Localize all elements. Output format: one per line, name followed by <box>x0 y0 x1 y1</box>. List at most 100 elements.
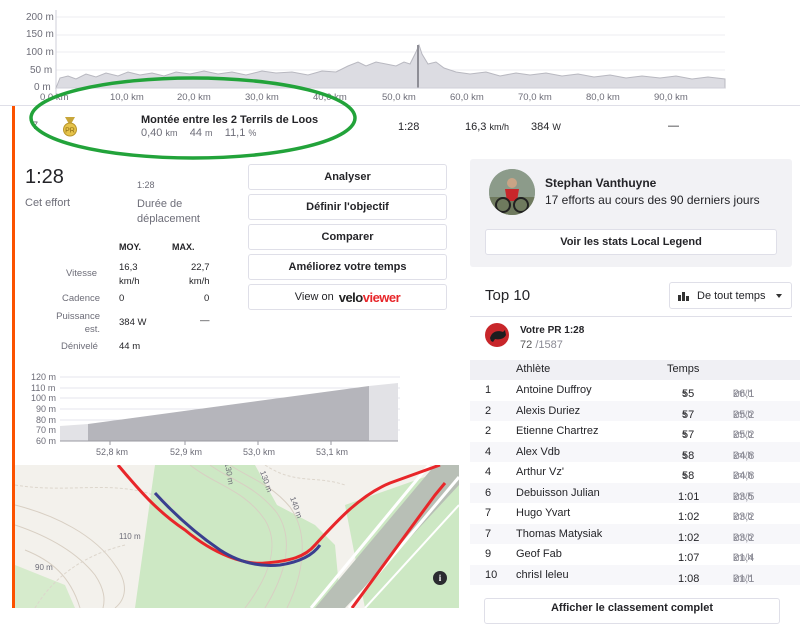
row-speed-unit: km/h <box>733 429 753 439</box>
contour-label-5: 110 m <box>119 532 141 541</box>
row-time-value: 1:02 <box>678 511 700 523</box>
improve-time-button[interactable]: Améliorez votre temps <box>248 254 447 280</box>
row-speed-unit: km/h <box>733 408 753 419</box>
row-athlete[interactable]: Antoine Duffroy <box>516 384 592 396</box>
map-canvas <box>15 465 459 608</box>
row-rank: 9 <box>485 548 492 560</box>
col-avg: MOY. <box>119 242 142 252</box>
row-speed-unit: km/h <box>733 511 753 521</box>
x-tick-80: 80,0 km <box>586 92 620 103</box>
speed-max-value: 22,7 <box>191 262 210 273</box>
leaderboard-header: Athlète Temps <box>470 360 800 380</box>
speed-avg-unit: km/h <box>119 276 140 287</box>
row-athlete[interactable]: Thomas Matysiak <box>516 528 602 540</box>
avatar[interactable] <box>489 169 535 215</box>
mini-elevation-profile <box>60 376 400 445</box>
effort-time-label: Cet effort <box>25 197 71 209</box>
power-label-line2: est. <box>84 324 100 335</box>
row-athlete[interactable]: Arthur Vz' <box>516 466 564 478</box>
row-rank: 4 <box>485 445 492 458</box>
leaderboard-row[interactable]: 7 Thomas Matysiak 1:02 23,2 km/h <box>470 523 800 544</box>
full-leaderboard-button[interactable]: Afficher le classement complet <box>484 598 780 624</box>
full-leaderboard-label: Afficher le classement complet <box>550 602 713 614</box>
pr-rank-value: 72 <box>520 339 533 351</box>
leaderboard-row[interactable]: 2 Etienne Chartrez 57 s 25,2 km/h <box>470 421 800 442</box>
time-filter-dropdown[interactable]: De tout temps <box>669 282 792 309</box>
speed-max: 22,7 km/h <box>189 261 210 289</box>
pr-label: Votre PR 1:28 <box>520 325 585 336</box>
chevron-down-icon <box>776 294 782 298</box>
leaderboard-row[interactable]: 4 Arthur Vz' 58 s 24,8 km/h <box>470 462 800 483</box>
leaderboard-row[interactable]: 6 Debuisson Julian 1:01 23,5 km/h <box>470 482 800 503</box>
legend-name[interactable]: Stephan Vanthuyne <box>545 176 656 190</box>
row-athlete[interactable]: Debuisson Julian <box>516 487 600 499</box>
row-athlete[interactable]: Geof Fab <box>516 548 562 560</box>
mini-x-530: 53,0 km <box>243 447 276 457</box>
elevation-value: 44 m <box>119 341 141 352</box>
x-tick-50: 50,0 km <box>382 92 416 103</box>
row-time-unit: s <box>682 408 687 419</box>
x-tick-90: 90,0 km <box>654 92 688 103</box>
personal-record: Votre PR 1:28 72 /1587 <box>470 317 792 361</box>
row-athlete[interactable]: Alex Vdb <box>516 446 560 458</box>
row-rank: 10 <box>485 568 498 581</box>
velo-text: velo <box>338 289 364 305</box>
row-athlete[interactable]: Alexis Duriez <box>516 405 580 417</box>
view-on-veloviewer-button[interactable]: View on veloviewer <box>248 284 447 310</box>
segment-power-value: 384 <box>531 121 550 133</box>
local-legend-stats-button[interactable]: Voir les stats Local Legend <box>485 229 777 255</box>
segment-speed-value: 16,3 <box>465 121 487 133</box>
segment-power: 384 W <box>531 121 561 133</box>
row-time-unit: s <box>682 388 687 398</box>
row-time-unit: s <box>682 470 687 480</box>
row-speed-unit: km/h <box>733 552 753 562</box>
row-speed-unit: km/h <box>733 449 753 460</box>
row-rank: 6 <box>485 486 492 499</box>
moving-time: 1:28 <box>137 180 155 190</box>
row-time-unit: s <box>682 449 687 460</box>
analyze-button[interactable]: Analyser <box>248 164 447 190</box>
row-speed-unit: km/h <box>733 531 753 542</box>
leaderboard-row[interactable]: 1 Antoine Duffroy 55 s 26,1 km/h <box>470 380 800 401</box>
elevation-label: Dénivelé <box>61 341 98 352</box>
row-athlete[interactable]: Etienne Chartrez <box>516 425 599 437</box>
viewer-text: viewer <box>362 289 401 305</box>
segment-time: 1:28 <box>398 121 420 133</box>
time-filter-value: De tout temps <box>697 290 766 302</box>
bar-chart-icon <box>678 291 692 304</box>
leaderboard-row[interactable]: 10 chrisI leleu 1:08 21,1 km/h <box>470 564 800 585</box>
info-icon[interactable]: i <box>433 571 447 585</box>
leaderboard-row[interactable]: 4 Alex Vdb 58 s 24,8 km/h <box>470 441 800 462</box>
leaderboard-row[interactable]: 2 Alexis Duriez 57 s 25,2 km/h <box>470 400 800 421</box>
contour-label-4: 90 m <box>35 563 53 572</box>
speed-max-unit: km/h <box>189 276 210 287</box>
segment-speed: 16,3 km/h <box>465 121 509 133</box>
row-speed-unit: km/h <box>733 572 753 583</box>
power-label-line1: Puissance <box>56 311 100 322</box>
power-max: — <box>200 315 210 326</box>
row-athlete[interactable]: Hugo Yvart <box>516 507 570 519</box>
segment-speed-unit: km/h <box>489 122 509 132</box>
local-legend-card: Stephan Vanthuyne 17 efforts au cours de… <box>470 159 792 267</box>
segment-power-unit: W <box>552 122 561 132</box>
leaderboard-row[interactable]: 9 Geof Fab 1:07 21,4 km/h <box>470 544 800 565</box>
row-athlete[interactable]: chrisI leleu <box>516 569 569 581</box>
set-goal-button[interactable]: Définir l'objectif <box>248 194 447 220</box>
leaderboard-row[interactable]: 7 Hugo Yvart 1:02 23,2 km/h <box>470 503 800 524</box>
row-speed-unit: km/h <box>733 490 753 501</box>
leaderboard-title: Top 10 <box>485 287 531 304</box>
col-athlete: Athlète <box>516 363 551 375</box>
row-time-value: 1:01 <box>678 490 700 503</box>
speed-label: Vitesse <box>66 268 97 279</box>
segment-map[interactable]: 130 m 130 m 140 m 90 m 110 m i <box>15 465 459 608</box>
speed-avg-value: 16,3 <box>119 262 138 273</box>
effort-time: 1:28 <box>25 166 64 188</box>
veloviewer-logo: veloviewer <box>339 290 401 305</box>
pr-rank: 72 /1587 <box>520 339 563 351</box>
mini-x-528: 52,8 km <box>96 447 129 457</box>
legend-efforts: 17 efforts au cours des 90 derniers jour… <box>545 193 760 207</box>
cadence-avg: 0 <box>119 293 125 304</box>
row-rank: 4 <box>485 466 492 478</box>
row-time-unit: s <box>682 429 687 439</box>
compare-button[interactable]: Comparer <box>248 224 447 250</box>
